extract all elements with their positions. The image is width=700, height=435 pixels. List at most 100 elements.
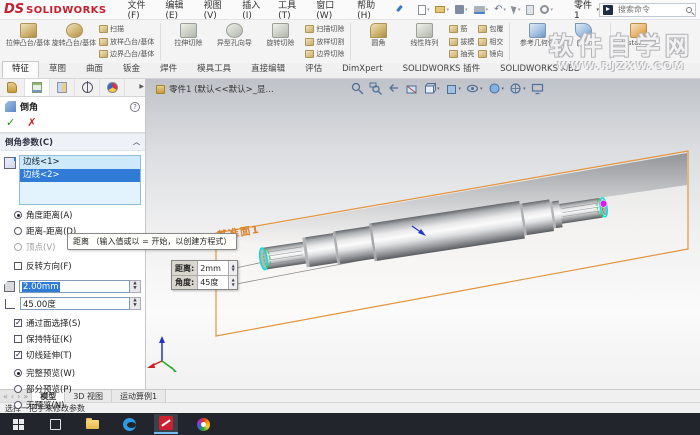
menu-help[interactable]: 帮助(H)	[350, 0, 389, 23]
undo-button[interactable]: ↶ ▾	[494, 4, 506, 14]
swept-boss-button[interactable]: 扫描	[99, 24, 154, 34]
tab-dimxpert[interactable]: DimXpert	[332, 61, 392, 78]
search-input[interactable]	[615, 4, 686, 15]
open-button[interactable]: ▾	[435, 6, 449, 13]
tab-configurations[interactable]	[50, 79, 75, 96]
ok-button[interactable]: ✓	[6, 116, 15, 129]
solidworks-taskbar-button[interactable]	[154, 414, 178, 434]
lofted-cut-button[interactable]: 放样切割	[305, 37, 344, 47]
paint-app-button[interactable]	[191, 414, 215, 434]
list-item-edge1[interactable]: 边线<1>	[20, 156, 140, 169]
tab-sw-addins[interactable]: SOLIDWORKS 插件	[393, 61, 491, 78]
view-settings-button[interactable]	[531, 82, 544, 95]
edge-browser-button[interactable]	[117, 414, 141, 434]
properties-button[interactable]	[526, 4, 535, 15]
distance-field[interactable]: 2.00mm	[19, 280, 130, 293]
option-tangent-propagation[interactable]: 切线延伸(T)	[0, 347, 145, 363]
tab-sw-mbd[interactable]: SOLIDWORKS MBD	[490, 61, 590, 78]
menu-insert[interactable]: 插入(I)	[235, 0, 271, 23]
command-search[interactable]	[598, 2, 696, 17]
callout-angle-value[interactable]: 45度	[198, 276, 229, 289]
cancel-button[interactable]: ✗	[27, 116, 36, 129]
option-partial-preview[interactable]: 部分预览(P)	[0, 381, 145, 397]
wrap-button[interactable]: 包覆	[478, 24, 503, 34]
option-select-through-faces[interactable]: 通过面选择(S)	[0, 315, 145, 331]
save-button[interactable]: ▾	[454, 5, 468, 14]
list-item-edge2[interactable]: 边线<2>	[20, 169, 140, 182]
parameters-section-header[interactable]: 倒角参数(C) ︿	[0, 133, 145, 151]
file-explorer-button[interactable]	[80, 414, 104, 434]
tab-sheet-metal[interactable]: 钣金	[113, 61, 150, 78]
section-view-button[interactable]	[405, 82, 418, 95]
menu-edit[interactable]: 编辑(E)	[158, 0, 196, 23]
angle-field[interactable]: 45.00度	[20, 297, 130, 310]
revolved-cut-button[interactable]: 旋转切除	[257, 21, 303, 62]
distance-spinner[interactable]: ▲ ▼	[130, 280, 141, 293]
options-button[interactable]: ▾	[540, 5, 553, 14]
select-button[interactable]: ▾	[510, 4, 520, 15]
angle-spinner[interactable]: ▲ ▼	[130, 297, 141, 310]
menu-file[interactable]: 文件(F)	[120, 0, 158, 23]
swept-cut-button[interactable]: 扫描切除	[305, 24, 344, 34]
print-button[interactable]: ▾	[473, 5, 488, 14]
feature-tree-header[interactable]: 零件1 (默认<<默认>_显...	[156, 83, 274, 95]
zoom-to-area-button[interactable]	[369, 82, 382, 95]
shell-button[interactable]: 抽壳	[449, 49, 474, 59]
tab-dimxpert-manager[interactable]	[75, 79, 100, 96]
task-view-button[interactable]	[43, 414, 67, 434]
tab-feature-tree[interactable]	[0, 79, 25, 96]
option-keep-features[interactable]: 保持特征(K)	[0, 331, 145, 347]
tab-features[interactable]: 特征	[2, 61, 40, 78]
document-title[interactable]: 零件1 ▾	[574, 0, 599, 21]
lofted-boss-button[interactable]: 放样凸台/基体	[99, 37, 154, 47]
instant3d-button[interactable]: Instant3D	[615, 21, 661, 62]
option-flip-direction[interactable]: 反转方向(F)	[0, 258, 145, 274]
tab-property-manager[interactable]	[25, 79, 50, 96]
revolved-boss-button[interactable]: 旋转凸台/基体	[51, 21, 97, 62]
tab-display-manager[interactable]	[100, 79, 125, 96]
tab-mold-tools[interactable]: 模具工具	[187, 61, 241, 78]
tab-sketch[interactable]: 草图	[39, 61, 76, 78]
menu-window[interactable]: 窗口(W)	[309, 0, 350, 23]
display-style-button[interactable]: ▾	[445, 82, 461, 95]
rib-button[interactable]: 筋	[449, 24, 474, 34]
extruded-cut-button[interactable]: 拉伸切除	[165, 21, 211, 62]
tab-evaluate[interactable]: 评估	[295, 61, 332, 78]
extruded-boss-button[interactable]: 拉伸凸台/基体	[5, 21, 51, 62]
option-angle-distance[interactable]: 角度距离(A)	[0, 207, 145, 223]
boundary-boss-button[interactable]: 边界凸台/基体	[99, 49, 154, 59]
curves-button[interactable]: 曲线	[560, 21, 606, 62]
callout-distance-spinner[interactable]: ▲ ▼	[228, 261, 238, 275]
help-icon[interactable]: ?	[130, 101, 140, 112]
mirror-button[interactable]: 镜向	[478, 49, 503, 59]
callout-distance-value[interactable]: 2mm	[198, 261, 229, 275]
edit-appearance-button[interactable]: ▾	[488, 82, 504, 95]
tab-direct-editing[interactable]: 直接编辑	[241, 61, 295, 78]
hide-show-items-button[interactable]: ▾	[466, 82, 483, 95]
start-button[interactable]	[6, 414, 30, 434]
view-orientation-button[interactable]: ▾	[423, 82, 440, 95]
apply-scene-button[interactable]: ▾	[509, 82, 526, 95]
hole-wizard-button[interactable]: 异型孔向导	[211, 21, 257, 62]
label: 拔模	[460, 37, 475, 46]
intersect-button[interactable]: 相交	[478, 37, 503, 47]
zoom-to-fit-button[interactable]	[351, 82, 364, 95]
reference-geometry-button[interactable]: 参考几何体	[514, 21, 560, 62]
callout-angle-spinner[interactable]: ▲ ▼	[228, 276, 238, 289]
tab-weldments[interactable]: 焊件	[150, 61, 187, 78]
boundary-cut-button[interactable]: 边界切除	[305, 49, 344, 59]
option-no-preview[interactable]: 无预览(N)	[0, 397, 145, 413]
edge-selection-list[interactable]: 边线<1> 边线<2>	[19, 155, 141, 205]
previous-view-button[interactable]	[387, 82, 400, 95]
fillet-button[interactable]: 圆角	[355, 21, 401, 62]
linear-pattern-button[interactable]: 线性阵列	[401, 21, 447, 62]
radio-icon	[14, 211, 22, 219]
new-document-button[interactable]: ▾	[417, 4, 429, 15]
option-full-preview[interactable]: 完整预览(W)	[0, 365, 145, 381]
draft-button[interactable]: 拔模	[449, 37, 474, 47]
tab-surfaces[interactable]: 曲面	[76, 61, 113, 78]
menu-view[interactable]: 视图(V)	[197, 0, 236, 23]
menu-tools[interactable]: 工具(T)	[271, 0, 309, 23]
panel-flyout-arrow[interactable]: ▶	[139, 83, 144, 90]
pin-menu-icon[interactable]	[395, 5, 403, 14]
